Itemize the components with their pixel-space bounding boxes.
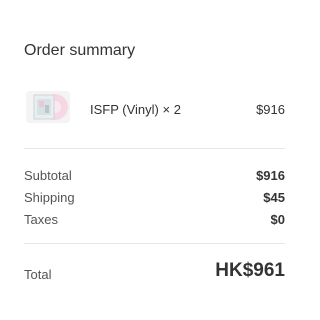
vinyl-record-thumbnail-icon [26,91,70,123]
subtotal-value: $916 [256,168,285,183]
subtotal-label: Subtotal [24,168,72,183]
taxes-value: $0 [270,212,285,227]
order-summary-title: Order summary [24,42,136,59]
taxes-label: Taxes [24,212,58,227]
divider [24,243,285,244]
shipping-label: Shipping [24,190,75,205]
total-value: HK$961 [215,260,285,281]
line-item-price: $916 [256,102,285,117]
total-label: Total [24,267,52,282]
line-item-name: ISFP (Vinyl) × 2 [90,102,181,117]
divider [24,148,285,149]
shipping-value: $45 [263,190,285,205]
